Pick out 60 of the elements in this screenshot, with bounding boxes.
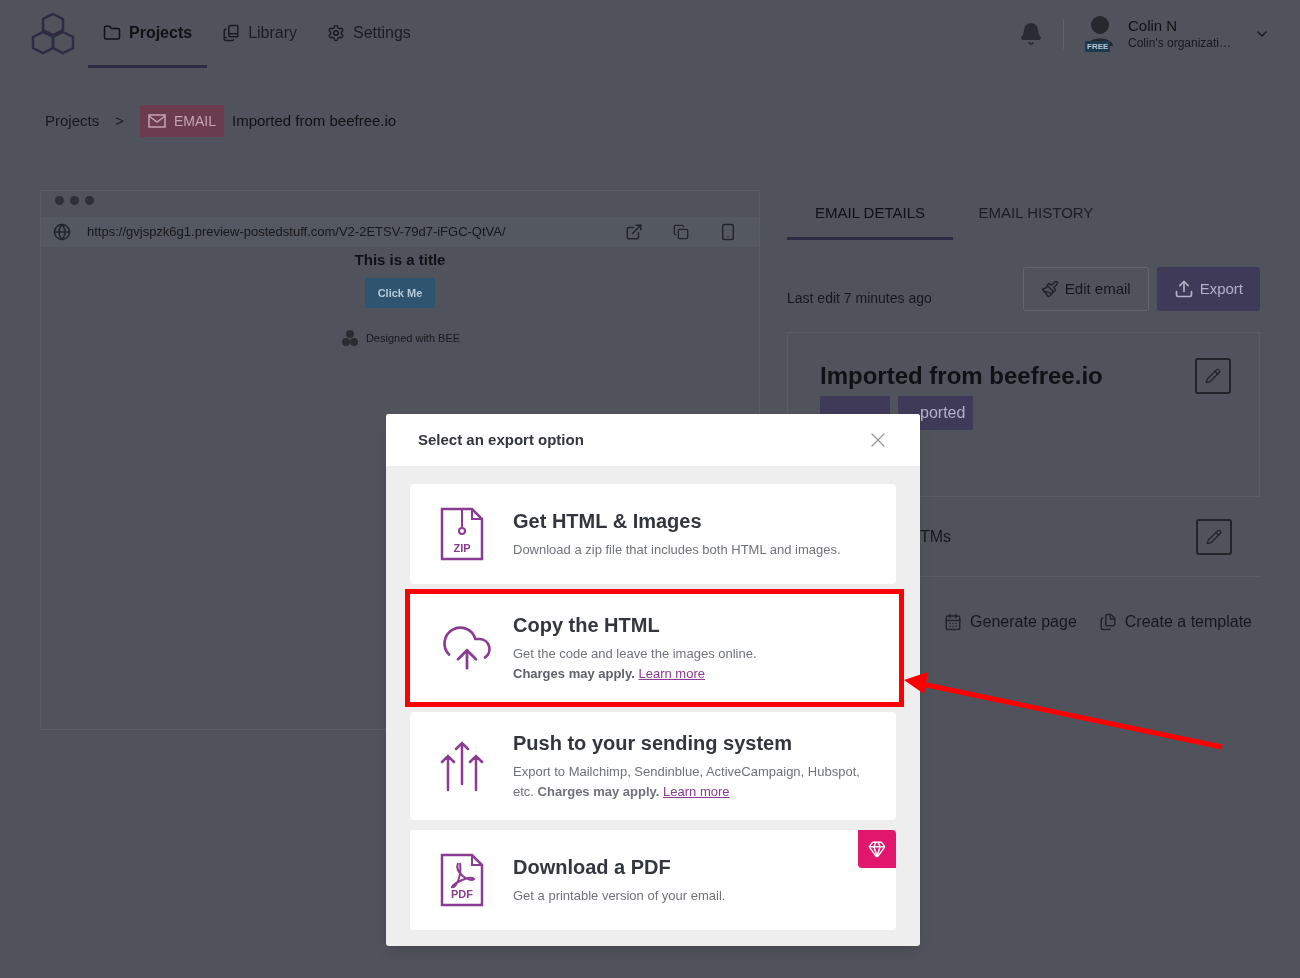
export-button[interactable]: Export (1156, 267, 1260, 311)
breadcrumb-current: Imported from beefree.io (231, 110, 397, 131)
option-title: Get HTML & Images (513, 509, 703, 534)
calendar-icon (944, 613, 963, 631)
learn-more-link[interactable]: Learn more (638, 666, 705, 681)
export-option-card[interactable]: ZIP Get HTML & Images Download a zip file that includes both HTML and images. (410, 484, 896, 584)
edit-email-button[interactable]: Edit email (1022, 267, 1149, 311)
export-option-card[interactable]: PDF Download a PDF Get a printable version of your email. (410, 830, 896, 930)
upload-icon (1173, 279, 1194, 299)
option-description: Export to Mailchimp, Sendinblue, ActiveCampaign, Hubspot, etc. Charges may apply. Learn more (513, 763, 861, 801)
details-tab[interactable]: EMAIL HISTORY (953, 190, 1119, 240)
pencil-icon (1205, 368, 1221, 384)
logo-icon (30, 11, 76, 57)
action-link[interactable]: Create a template (1098, 610, 1252, 634)
email-title: This is a title (354, 250, 446, 270)
nav-tab[interactable]: Projects (88, 0, 208, 68)
action-link[interactable]: Generate page (944, 610, 1077, 634)
edit-utms-button[interactable] (1196, 518, 1232, 555)
dialog-title: Select an export option (418, 429, 584, 450)
edit-name-button[interactable] (1195, 358, 1231, 394)
gear-icon (327, 23, 346, 42)
option-description: Get the code and leave the images online. Charges may apply. Learn more (513, 645, 757, 683)
breadcrumb-link[interactable]: Projects (45, 109, 100, 133)
footer-text: Designed with BEE (365, 330, 461, 346)
documents-icon (1098, 613, 1117, 631)
bee-logo-icon (339, 328, 360, 348)
notification-bell-icon[interactable] (1019, 22, 1043, 46)
nav-tab[interactable]: Settings (312, 0, 426, 68)
pdf-file-icon: PDF (440, 853, 484, 907)
last-edit-text: Last edit 7 minutes ago (787, 289, 932, 308)
learn-more-link[interactable]: Learn more (663, 784, 730, 799)
organization-name: Colin's organizati… (1128, 35, 1232, 51)
export-option-card[interactable]: Copy the HTML Get the code and leave the images online. Charges may apply. Learn more (410, 594, 899, 702)
option-description: Get a printable version of your email. (513, 887, 726, 905)
globe-icon (53, 223, 71, 241)
smartphone-icon[interactable] (719, 223, 737, 241)
email-name: Imported from beefree.io (820, 361, 1103, 391)
diamond-icon (868, 840, 886, 858)
plan-badge: FREE (1085, 41, 1111, 52)
paintbrush-icon (1040, 280, 1059, 298)
option-title: Download a PDF (513, 855, 672, 880)
preview-url: https://gvjspzk6g1.preview-postedstuff.com/V2-2ETSV-79d7-iFGC-QtVA/ (87, 223, 506, 242)
pencil-icon (1206, 528, 1222, 545)
utms-label: TMs (920, 526, 952, 547)
option-title: Copy the HTML (513, 613, 661, 638)
option-description: Download a zip file that includes both HTML and images. (513, 541, 841, 559)
folder-icon (103, 23, 121, 42)
book-icon (222, 23, 241, 42)
user-name: Colin N (1128, 17, 1179, 35)
upward-arrows-icon (440, 740, 484, 792)
breadcrumb-separator: > (115, 110, 124, 131)
envelope-icon (147, 114, 166, 128)
nav-tab[interactable]: Library (207, 0, 313, 68)
option-title: Push to your sending system (513, 731, 793, 756)
zip-file-icon: ZIP (440, 507, 484, 561)
external-link-icon[interactable] (625, 223, 643, 241)
type-tag: EMAIL (139, 105, 224, 137)
export-option-card[interactable]: Push to your sending system Export to Mailchimp, Sendinblue, ActiveCampaign, Hubspot, etc. Charges may apply. Learn more (410, 712, 896, 820)
copy-icon[interactable] (673, 224, 689, 240)
details-tab[interactable]: EMAIL DETAILS (787, 190, 953, 240)
